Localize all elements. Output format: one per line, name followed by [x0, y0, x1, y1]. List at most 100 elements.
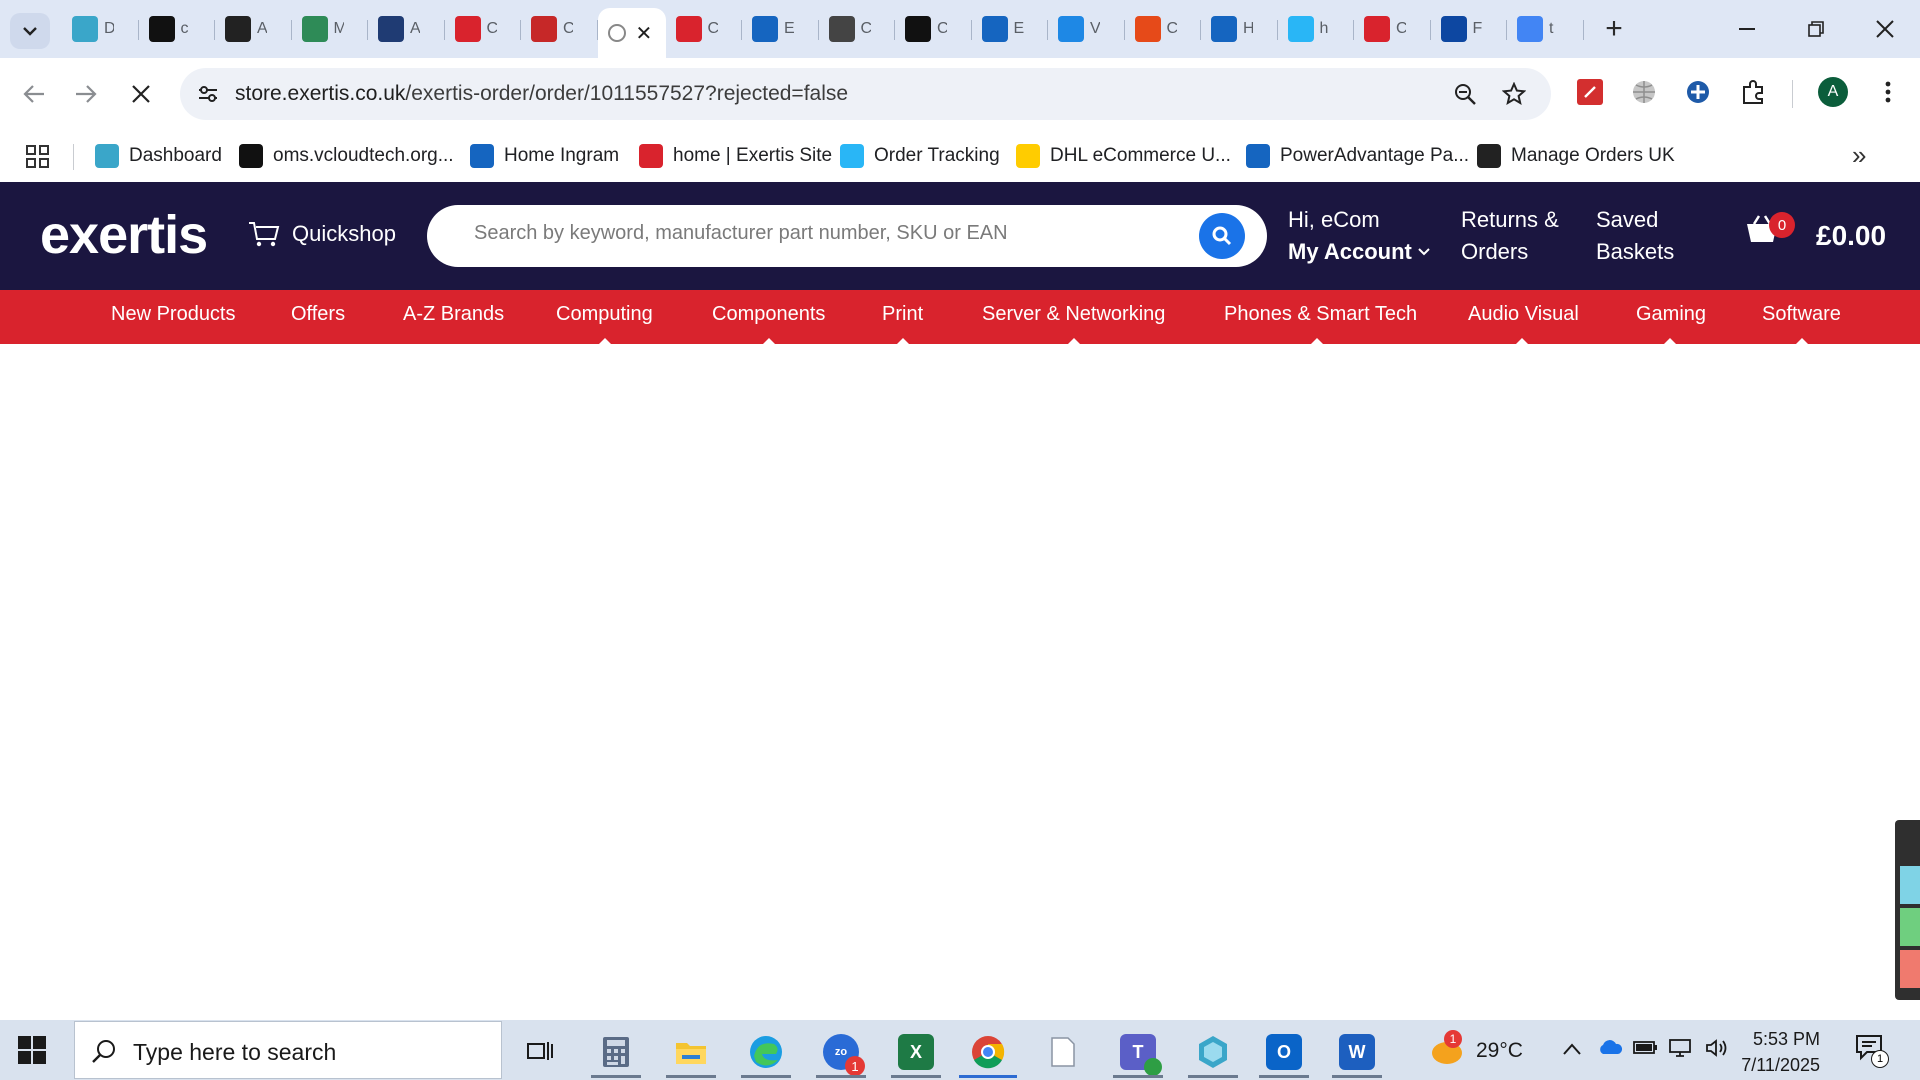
cart-total[interactable]: £0.00 — [1816, 220, 1886, 252]
taskbar-notepad[interactable] — [1032, 1026, 1094, 1078]
browser-tab[interactable]: C — [521, 8, 598, 50]
task-view-button[interactable] — [509, 1026, 571, 1078]
tab-search-button[interactable] — [10, 13, 50, 49]
bookmark-item[interactable]: Dashboard — [95, 142, 222, 170]
close-window-button[interactable] — [1862, 10, 1908, 48]
category-computing[interactable]: Computing — [556, 303, 653, 326]
bookmark-item[interactable]: oms.vcloudtech.org... — [239, 142, 454, 170]
profile-button[interactable]: A — [1817, 76, 1849, 108]
bookmark-item[interactable]: PowerAdvantage Pa... — [1246, 142, 1469, 170]
close-tab-icon[interactable]: ✕ — [636, 21, 653, 46]
category-phones-smart-tech[interactable]: Phones & Smart Tech — [1224, 303, 1417, 326]
taskbar-clock[interactable]: 5:53 PM 7/11/2025 — [1740, 1026, 1820, 1078]
extensions-button[interactable] — [1737, 76, 1769, 108]
site-search-button[interactable] — [1199, 213, 1245, 259]
taskbar-word[interactable]: W — [1326, 1026, 1388, 1078]
onedrive-button[interactable] — [1597, 1038, 1623, 1062]
browser-tab[interactable]: H — [1201, 8, 1278, 50]
stop-loading-button[interactable] — [121, 74, 161, 114]
browser-tab[interactable]: E — [972, 8, 1049, 50]
browser-tab[interactable]: M — [292, 8, 369, 50]
browser-tab[interactable]: V — [1048, 8, 1125, 50]
network-button[interactable] — [1668, 1038, 1694, 1064]
clock-date: 7/11/2025 — [1741, 1055, 1820, 1075]
forward-button[interactable] — [66, 74, 106, 114]
browser-tab[interactable]: h — [1278, 8, 1355, 50]
site-info-button[interactable] — [194, 80, 222, 108]
browser-tab[interactable]: D — [62, 8, 139, 50]
browser-tab[interactable]: C — [445, 8, 522, 50]
apps-button[interactable] — [26, 145, 50, 174]
tab-active[interactable]: ✕ — [597, 8, 666, 58]
shield-plus-icon — [1687, 81, 1709, 103]
browser-tab[interactable]: C — [1354, 8, 1431, 50]
taskbar-calculator[interactable] — [585, 1026, 647, 1078]
bookmarks-overflow-button[interactable]: » — [1852, 140, 1866, 171]
browser-tab[interactable]: F — [1431, 8, 1508, 50]
browser-tab[interactable]: C — [819, 8, 896, 50]
weather-widget[interactable]: 1 29°C — [1430, 1030, 1523, 1066]
browser-tab[interactable]: A — [368, 8, 445, 50]
quickshop-link[interactable]: Quickshop — [248, 220, 396, 248]
bookmark-item[interactable]: DHL eCommerce U... — [1016, 142, 1231, 170]
browser-tab[interactable]: C — [1125, 8, 1202, 50]
browser-tab[interactable]: A — [215, 8, 292, 50]
browser-tab[interactable]: C — [895, 8, 972, 50]
bookmark-item[interactable]: home | Exertis Site — [639, 142, 832, 170]
show-hidden-icons-button[interactable] — [1563, 1038, 1581, 1061]
vpn-extension-button[interactable] — [1682, 76, 1714, 108]
taskbar-outlook[interactable]: O — [1253, 1026, 1315, 1078]
returns-orders-link[interactable]: Returns & Orders — [1461, 204, 1559, 268]
taskbar-app-hex[interactable] — [1182, 1026, 1244, 1078]
side-feedback-widget[interactable] — [1895, 820, 1920, 1000]
ingram-icon — [470, 144, 494, 168]
browser-menu-button[interactable] — [1872, 76, 1904, 108]
taskbar-search-box[interactable]: Type here to search — [74, 1021, 502, 1079]
bookmark-star-button[interactable] — [1500, 80, 1528, 108]
restore-button[interactable] — [1793, 10, 1839, 48]
category-print[interactable]: Print — [882, 303, 923, 326]
browser-tab[interactable]: C — [666, 8, 743, 50]
side-widget-tab-red[interactable] — [1900, 950, 1920, 988]
bookmark-item[interactable]: Manage Orders UK — [1477, 142, 1675, 170]
side-widget-tab-green[interactable] — [1900, 908, 1920, 946]
bookmark-item[interactable]: Order Tracking — [840, 142, 1000, 170]
category-new-products[interactable]: New Products — [111, 303, 236, 326]
taskbar-chrome[interactable] — [957, 1026, 1019, 1078]
exertis-logo[interactable]: exertis — [40, 204, 208, 266]
category-components[interactable]: Components — [712, 303, 825, 326]
back-button[interactable] — [14, 74, 54, 114]
category-server-networking[interactable]: Server & Networking — [982, 303, 1165, 326]
category-offers[interactable]: Offers — [291, 303, 345, 326]
cart-button[interactable]: 0 — [1745, 212, 1795, 244]
taskbar-zoho[interactable]: zo 1 — [810, 1026, 872, 1078]
taskbar-edge[interactable] — [735, 1026, 797, 1078]
notification-center-button[interactable]: 1 — [1855, 1034, 1889, 1068]
weather-badge: 1 — [1444, 1030, 1462, 1048]
category-software[interactable]: Software — [1762, 303, 1841, 326]
minimize-button[interactable] — [1724, 10, 1770, 48]
site-search-input[interactable] — [474, 222, 1174, 245]
address-bar[interactable]: store.exertis.co.uk/exertis-order/order/… — [180, 68, 1551, 120]
globe-extension-button[interactable] — [1628, 76, 1660, 108]
bookmark-item[interactable]: Home Ingram — [470, 142, 619, 170]
taskbar-excel[interactable]: X — [885, 1026, 947, 1078]
browser-tab[interactable]: t — [1507, 8, 1584, 50]
start-button[interactable] — [18, 1036, 46, 1064]
battery-button[interactable] — [1633, 1038, 1659, 1062]
side-widget-tab-blue[interactable] — [1900, 866, 1920, 904]
browser-tab[interactable]: E — [742, 8, 819, 50]
category-audio-visual[interactable]: Audio Visual — [1468, 303, 1579, 326]
account-menu[interactable]: Hi, eCom My Account — [1288, 204, 1430, 268]
url-text[interactable]: store.exertis.co.uk/exertis-order/order/… — [235, 82, 848, 106]
zoom-button[interactable] — [1451, 80, 1479, 108]
category-a-z-brands[interactable]: A-Z Brands — [403, 303, 504, 326]
taskbar-teams[interactable]: T — [1107, 1026, 1169, 1078]
category-gaming[interactable]: Gaming — [1636, 303, 1706, 326]
saved-baskets-link[interactable]: Saved Baskets — [1596, 204, 1674, 268]
browser-tab[interactable]: c — [139, 8, 216, 50]
pdf-extension-button[interactable] — [1574, 76, 1606, 108]
new-tab-button[interactable]: + — [1598, 12, 1630, 45]
volume-button[interactable] — [1705, 1038, 1731, 1064]
taskbar-file-explorer[interactable] — [660, 1026, 722, 1078]
